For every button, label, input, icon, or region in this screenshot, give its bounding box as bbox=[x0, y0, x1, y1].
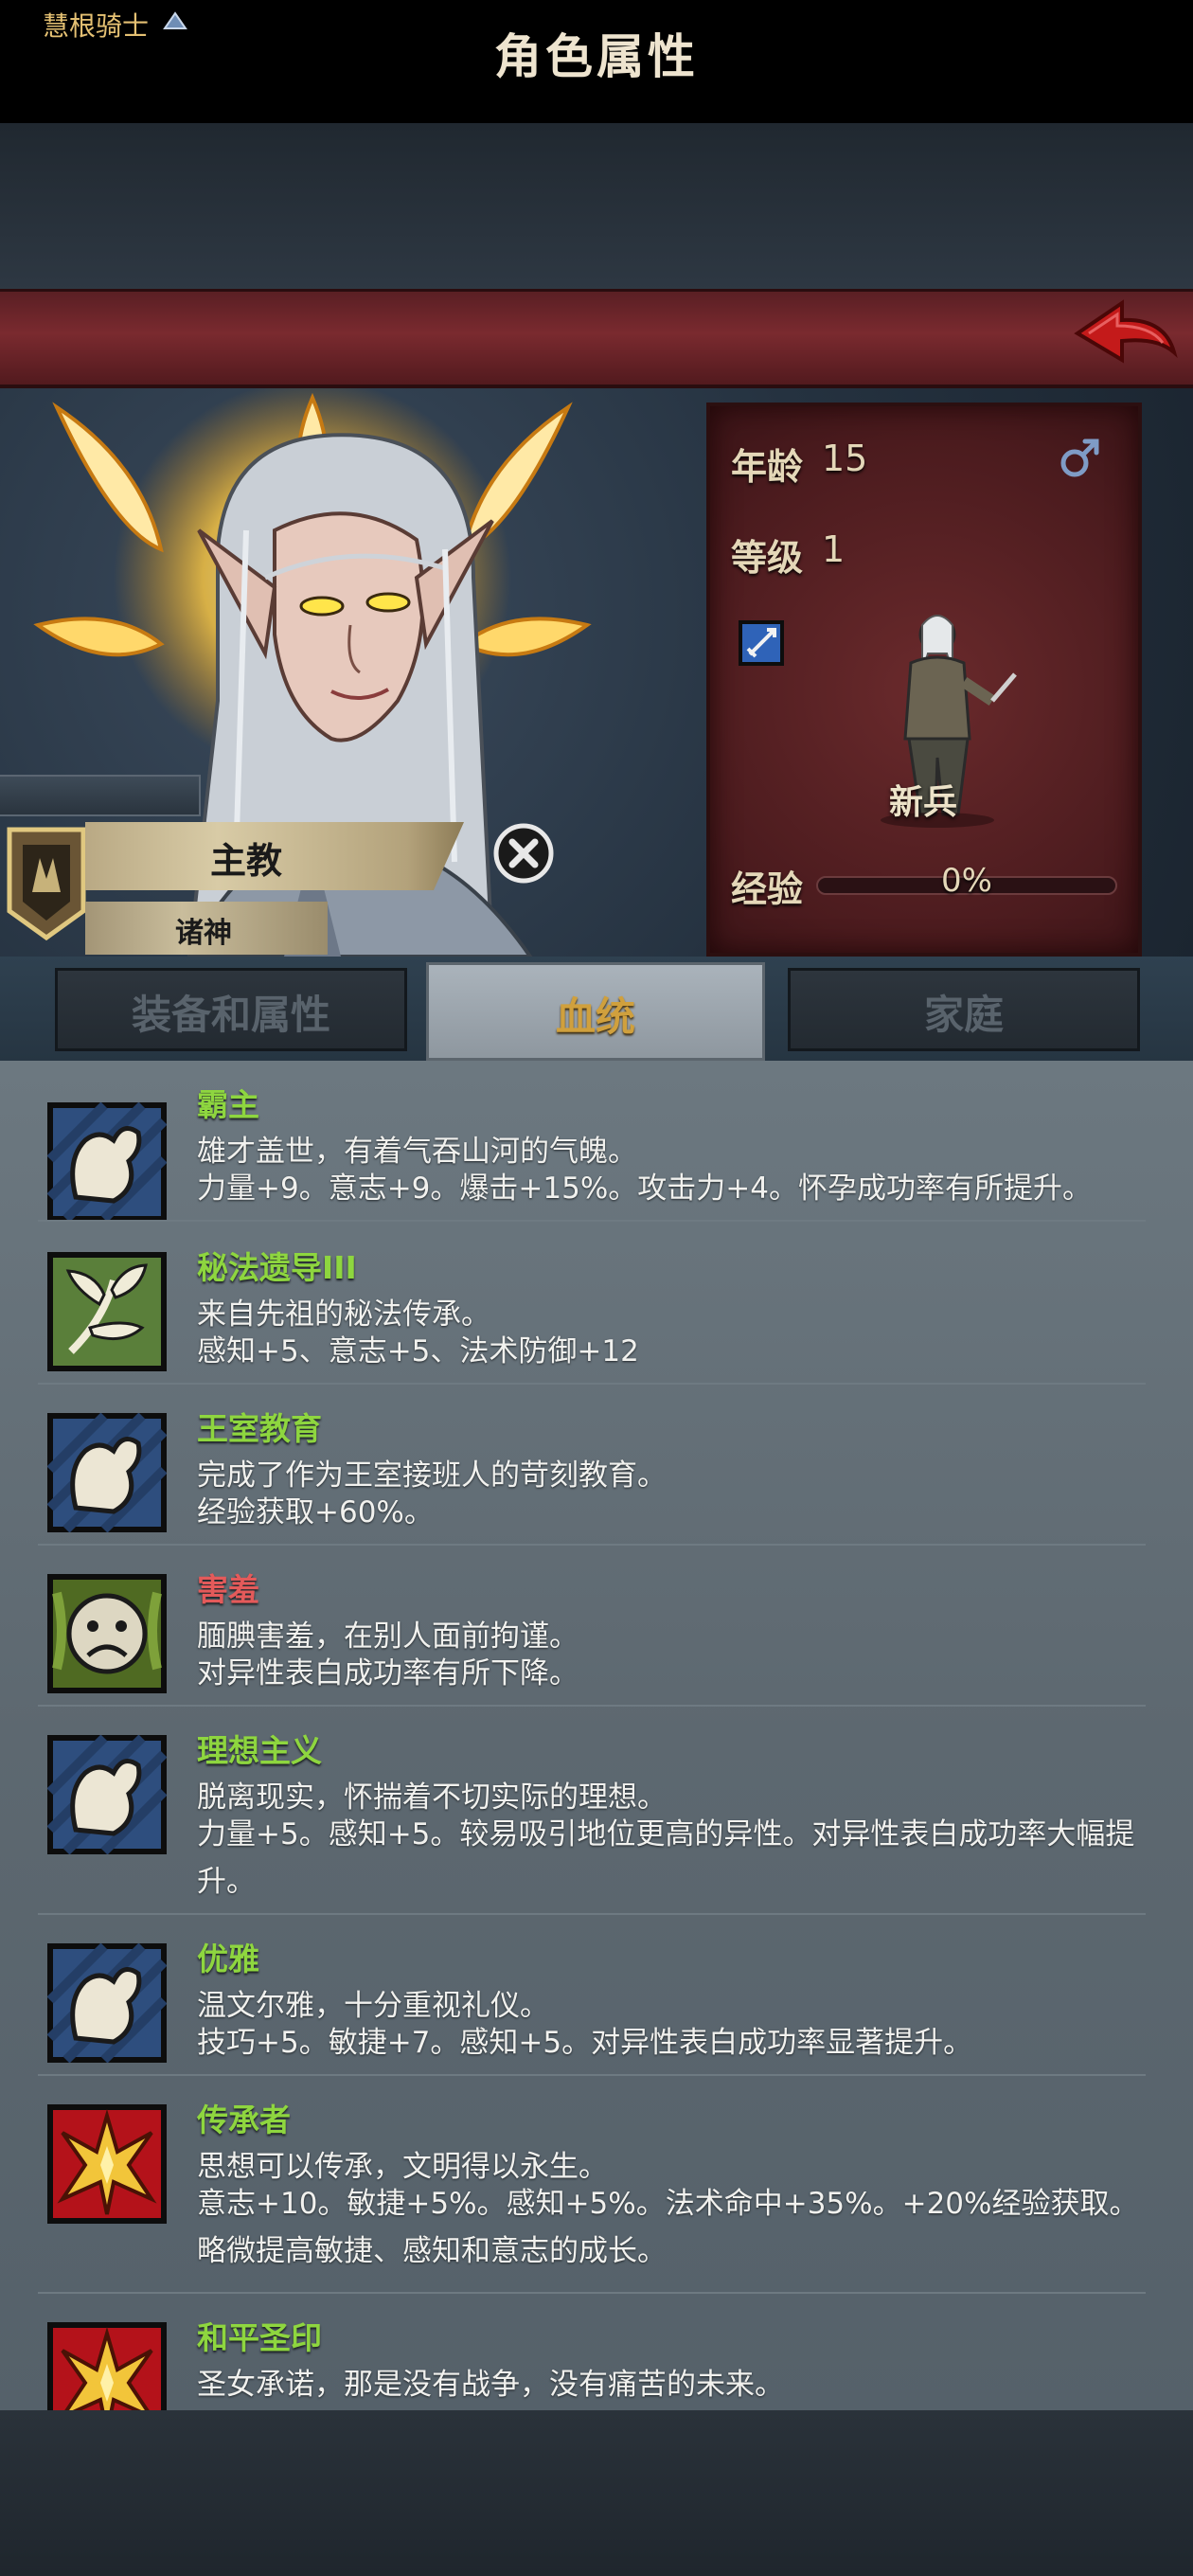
arm-icon bbox=[47, 1943, 167, 2063]
top-backdrop bbox=[0, 123, 1193, 294]
trait-name: 优雅 bbox=[197, 1941, 259, 1977]
trait-divider bbox=[38, 1705, 1146, 1707]
trait-name: 传承者 bbox=[197, 2102, 291, 2138]
rank-up-icon bbox=[163, 11, 187, 29]
trait-description: 脱离现实，怀揣着不切实际的理想。 bbox=[197, 1780, 667, 1815]
trait-description: 来自先祖的秘法传承。 bbox=[197, 1297, 490, 1332]
class-tag bbox=[0, 775, 201, 816]
trait-name: 和平圣印 bbox=[197, 2319, 322, 2356]
bottom-band bbox=[0, 2410, 1193, 2576]
trait-name: 害羞 bbox=[197, 1571, 259, 1608]
trait-divider bbox=[38, 1913, 1146, 1915]
tab-family-label: 家庭 bbox=[923, 992, 1004, 1038]
age-value: 15 bbox=[822, 438, 868, 479]
title-banner bbox=[0, 289, 1193, 388]
trait-effect: 感知+5、意志+5、法术防御+12 bbox=[197, 1334, 639, 1368]
soldier-rank-label: 新兵 bbox=[888, 783, 957, 822]
leaf-icon bbox=[47, 1252, 167, 1371]
trait-name: 秘法遗导III bbox=[197, 1249, 357, 1286]
trait-description: 思想可以传承，文明得以永生。 bbox=[197, 2150, 608, 2184]
trait-name: 王室教育 bbox=[197, 1410, 322, 1447]
sword-skill-icon[interactable] bbox=[739, 620, 784, 666]
rank-label: 主教 bbox=[209, 840, 282, 882]
trait-divider bbox=[38, 2074, 1146, 2076]
trait-description: 腼腆害羞，在别人面前拘谨。 bbox=[197, 1619, 579, 1654]
age-label: 年龄 bbox=[731, 446, 804, 488]
trait-name: 理想主义 bbox=[197, 1732, 322, 1769]
class-tag-label: 慧根骑士 bbox=[43, 10, 150, 42]
level-label: 等级 bbox=[731, 537, 804, 579]
trait-effect: 力量+5。感知+5。较易吸引地位更高的异性。对异性表白成功率大幅提升。 bbox=[197, 1817, 1135, 1899]
golden-crest-icon bbox=[47, 2104, 167, 2224]
trait-list[interactable]: 霸主 雄才盖世，有着气吞山河的气魄。 力量+9。意志+9。爆击+15%。攻击力+… bbox=[0, 1061, 1193, 2410]
tab-equipment-label: 装备和属性 bbox=[131, 992, 330, 1038]
exp-label: 经验 bbox=[731, 868, 804, 910]
arm-icon bbox=[47, 1413, 167, 1532]
arm-icon bbox=[47, 1102, 167, 1222]
golden-crest-icon bbox=[47, 2322, 167, 2410]
trait-divider bbox=[38, 1220, 1146, 1222]
level-value: 1 bbox=[822, 528, 846, 570]
trait-effect: 意志+10。敏捷+5%。感知+5%。法术命中+35%。+20%经验获取。略微提高… bbox=[197, 2187, 1139, 2268]
trait-divider bbox=[38, 1383, 1146, 1385]
trait-divider bbox=[38, 1544, 1146, 1546]
game-screen: 角色属性 慧根骑士 主教 诸神 年龄 15 等级 1 新兵 经验 0% 装备和属… bbox=[0, 0, 1193, 2576]
trait-name: 霸主 bbox=[197, 1086, 259, 1123]
exp-value: 0% bbox=[941, 862, 992, 900]
arm-icon bbox=[47, 1735, 167, 1854]
trait-description: 圣女承诺，那是没有战争，没有痛苦的未来。 bbox=[197, 2368, 784, 2402]
male-gender-icon bbox=[1060, 438, 1099, 477]
trait-divider bbox=[38, 2292, 1146, 2294]
sad-face-icon bbox=[47, 1574, 167, 1693]
deity-label: 诸神 bbox=[175, 917, 232, 950]
close-icon[interactable] bbox=[492, 822, 555, 885]
trait-description: 完成了作为王室接班人的苛刻教育。 bbox=[197, 1458, 667, 1493]
trait-effect: 力量+9。意志+9。爆击+15%。攻击力+4。怀孕成功率有所提升。 bbox=[197, 1172, 1092, 1206]
back-arrow-icon[interactable] bbox=[1070, 295, 1179, 381]
trait-effect: 技巧+5。敏捷+7。感知+5。对异性表白成功率显著提升。 bbox=[197, 2026, 973, 2060]
trait-effect: 对异性表白成功率有所下降。 bbox=[197, 1656, 579, 1690]
trait-description: 雄才盖世，有着气吞山河的气魄。 bbox=[197, 1135, 637, 1169]
trait-description: 温文尔雅，十分重视礼仪。 bbox=[197, 1989, 549, 2023]
faction-shield-icon bbox=[7, 827, 86, 941]
trait-effect: 经验获取+60%。 bbox=[197, 1495, 434, 1530]
tab-bloodline-label: 血统 bbox=[555, 993, 635, 1040]
